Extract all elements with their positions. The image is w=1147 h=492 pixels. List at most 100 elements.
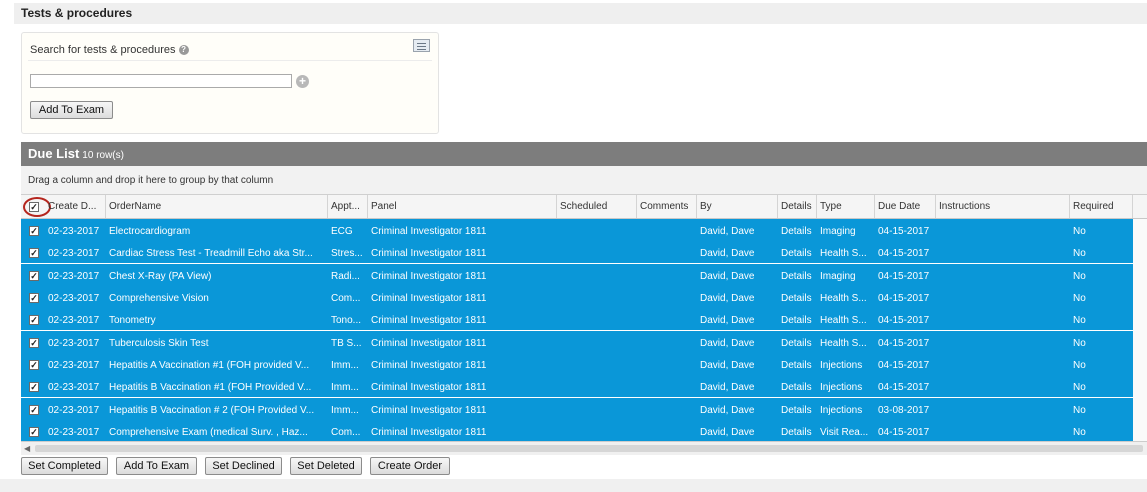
row-checkbox[interactable]: ✓ xyxy=(29,248,39,259)
cell-appt: Com... xyxy=(331,293,361,305)
select-all-checkbox[interactable]: ✓ xyxy=(29,202,39,212)
column-header-order-name[interactable]: OrderName xyxy=(106,195,328,218)
column-header-comments[interactable]: Comments xyxy=(637,195,697,218)
column-header-required[interactable]: Required xyxy=(1070,195,1133,218)
cell-by: David, Dave xyxy=(700,427,755,439)
table-row[interactable]: ✓ 02-23-2017 Hepatitis B Vaccination # 2 (… xyxy=(21,397,1133,420)
table-row[interactable]: ✓ 02-23-2017 Electrocardiogram ECG Criminal … xyxy=(21,219,1133,241)
row-checkbox[interactable]: ✓ xyxy=(29,293,39,304)
footer-bar xyxy=(0,479,1147,492)
cell-due-date: 04-15-2017 xyxy=(878,360,930,372)
row-checkbox[interactable]: ✓ xyxy=(29,315,39,326)
cell-by: David, Dave xyxy=(700,315,755,327)
cell-by: David, Dave xyxy=(700,404,755,416)
cell-due-date: 04-15-2017 xyxy=(878,382,930,394)
set-declined-button[interactable]: Set Declined xyxy=(205,457,282,475)
table-row[interactable]: ✓ 02-23-2017 Cardiac Stress Test - Treadmi… xyxy=(21,241,1133,264)
cell-comments xyxy=(637,264,697,286)
row-checkbox[interactable]: ✓ xyxy=(29,427,39,438)
help-icon[interactable]: ? xyxy=(178,45,189,56)
cell-type: Injections xyxy=(820,382,863,394)
cell-by: David, Dave xyxy=(700,337,755,349)
cell-panel: Criminal Investigator 1811 xyxy=(371,226,487,237)
column-header-due-date[interactable]: Due Date xyxy=(875,195,936,218)
cell-scheduled xyxy=(557,331,637,353)
row-checkbox[interactable]: ✓ xyxy=(29,360,39,371)
cell-details[interactable]: Details xyxy=(778,308,817,330)
cell-by: David, Dave xyxy=(700,270,755,282)
cell-details[interactable]: Details xyxy=(778,219,817,241)
cell-details[interactable]: Details xyxy=(778,286,817,308)
cell-due-date: 04-15-2017 xyxy=(878,270,930,282)
column-header-scheduled[interactable]: Scheduled xyxy=(557,195,637,218)
cell-due-date: 03-08-2017 xyxy=(878,404,930,416)
column-header-details[interactable]: Details xyxy=(778,195,817,218)
cell-order-name: Tonometry xyxy=(109,315,156,327)
cell-comments xyxy=(637,398,697,420)
row-checkbox[interactable]: ✓ xyxy=(29,337,39,348)
cell-panel: Criminal Investigator 1811 xyxy=(371,315,487,327)
table-row[interactable]: ✓ 02-23-2017 Comprehensive Vision Com... Cri… xyxy=(21,286,1133,309)
grid-header: ✓ Create D... OrderName Appt... Panel Schedu… xyxy=(21,195,1147,219)
search-label: Search for tests & procedures? xyxy=(30,44,189,56)
row-checkbox[interactable]: ✓ xyxy=(29,382,39,393)
cell-appt: Imm... xyxy=(331,360,359,372)
scroll-left-icon[interactable]: ◀ xyxy=(24,444,30,453)
cell-comments xyxy=(637,375,697,397)
cell-scheduled xyxy=(557,375,637,397)
cell-create-date: 02-23-2017 xyxy=(48,226,100,237)
cell-instructions xyxy=(936,308,1070,330)
cell-scheduled xyxy=(557,353,637,375)
cell-by: David, Dave xyxy=(700,226,755,237)
column-header-panel[interactable]: Panel xyxy=(368,195,557,218)
cell-details[interactable]: Details xyxy=(778,353,817,375)
row-checkbox[interactable]: ✓ xyxy=(29,404,39,415)
table-row[interactable]: ✓ 02-23-2017 Chest X-Ray (PA View) Radi... C… xyxy=(21,263,1133,286)
cell-details[interactable]: Details xyxy=(778,420,817,441)
horizontal-scrollbar[interactable]: ◀ xyxy=(21,441,1147,455)
cell-panel: Criminal Investigator 1811 xyxy=(371,360,487,372)
cell-required: No xyxy=(1073,404,1086,416)
add-plus-icon[interactable]: + xyxy=(296,75,309,88)
table-row[interactable]: ✓ 02-23-2017 Hepatitis A Vaccination #1 (F… xyxy=(21,353,1133,376)
cell-scheduled xyxy=(557,420,637,441)
table-row[interactable]: ✓ 02-23-2017 Hepatitis B Vaccination #1 (F… xyxy=(21,375,1133,398)
group-drop-zone[interactable]: Drag a column and drop it here to group … xyxy=(21,166,1147,195)
row-checkbox[interactable]: ✓ xyxy=(29,270,39,281)
add-to-exam-action-button[interactable]: Add To Exam xyxy=(116,457,197,475)
cell-create-date: 02-23-2017 xyxy=(48,270,100,282)
row-checkbox[interactable]: ✓ xyxy=(29,226,39,236)
cell-type: Health S... xyxy=(820,248,867,260)
column-header-create-date[interactable]: Create D... xyxy=(45,195,106,218)
cell-comments xyxy=(637,241,697,263)
table-row[interactable]: ✓ 02-23-2017 Tuberculosis Skin Test TB S...… xyxy=(21,330,1133,353)
scrollbar-thumb[interactable] xyxy=(35,445,1143,452)
column-header-type[interactable]: Type xyxy=(817,195,875,218)
column-header-by[interactable]: By xyxy=(697,195,778,218)
cell-due-date: 04-15-2017 xyxy=(878,427,930,439)
cell-type: Health S... xyxy=(820,293,867,305)
section-title: Tests & procedures xyxy=(14,3,1147,24)
table-row[interactable]: ✓ 02-23-2017 Tonometry Tono... Criminal Inve… xyxy=(21,308,1133,331)
set-completed-button[interactable]: Set Completed xyxy=(21,457,108,475)
cell-details[interactable]: Details xyxy=(778,241,817,263)
cell-create-date: 02-23-2017 xyxy=(48,382,100,394)
cell-details[interactable]: Details xyxy=(778,264,817,286)
column-header-appt[interactable]: Appt... xyxy=(328,195,368,218)
cell-instructions xyxy=(936,241,1070,263)
cell-details[interactable]: Details xyxy=(778,398,817,420)
list-view-icon[interactable] xyxy=(413,39,430,52)
create-order-button[interactable]: Create Order xyxy=(370,457,450,475)
set-deleted-button[interactable]: Set Deleted xyxy=(290,457,362,475)
cell-order-name: Comprehensive Exam (medical Surv. , Haz.… xyxy=(109,427,308,439)
cell-details[interactable]: Details xyxy=(778,331,817,353)
cell-required: No xyxy=(1073,270,1086,282)
cell-details[interactable]: Details xyxy=(778,375,817,397)
table-row[interactable]: ✓ 02-23-2017 Comprehensive Exam (medical S… xyxy=(21,420,1133,441)
column-header-instructions[interactable]: Instructions xyxy=(936,195,1070,218)
grid-body: ✓ 02-23-2017 Electrocardiogram ECG Criminal … xyxy=(21,219,1133,441)
cell-comments xyxy=(637,286,697,308)
divider xyxy=(28,60,432,61)
search-input[interactable] xyxy=(30,74,292,88)
add-to-exam-button[interactable]: Add To Exam xyxy=(30,101,113,119)
